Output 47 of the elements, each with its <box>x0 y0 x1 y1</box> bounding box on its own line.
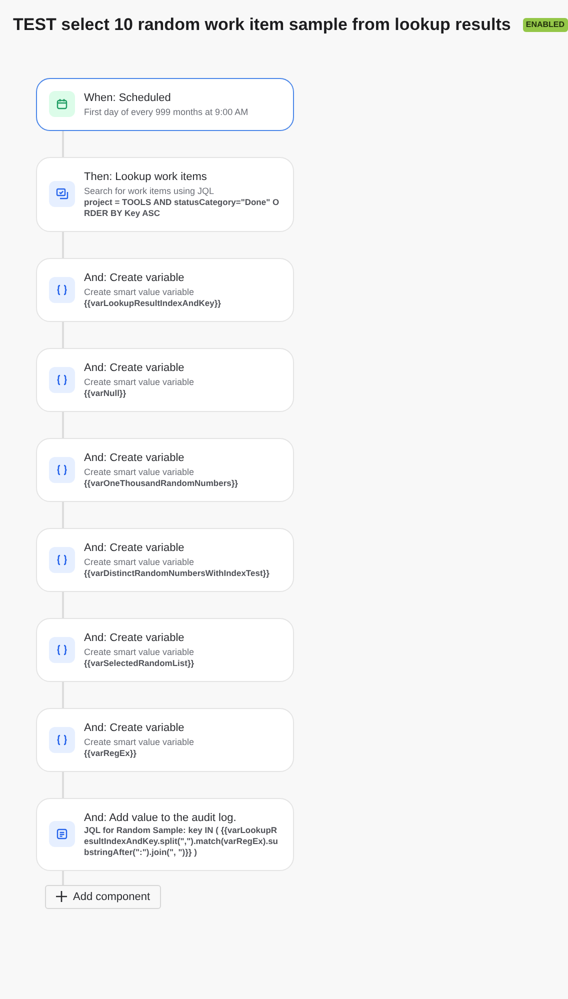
step-detail: {{varNull}} <box>84 388 128 398</box>
step-detail: {{varOneThousandRandomNumbers}} <box>84 478 239 488</box>
curly-braces-icon <box>56 734 68 746</box>
step-detail: JQL for Random Sample: key IN ( {{varLookupResultIndexAndKey.split(",").match(varRegEx).substringAfter(":").join(", ")}} ) <box>84 824 279 858</box>
rule-step-card[interactable]: And: Create variable Create smart value variable {{varNull}} <box>36 348 294 412</box>
rule-step-card[interactable]: Then: Lookup work items Search for work items using JQL project = TOOLS AND statusCategory="Done" ORDER BY Key ASC <box>36 156 294 232</box>
step-description: Create smart value variable <box>84 376 196 388</box>
step-description: First day of every 999 months at 9:00 AM <box>84 106 250 118</box>
rule-step-card[interactable]: And: Create variable Create smart value variable {{varSelectedRandomList}} <box>36 618 294 682</box>
calendar-icon <box>56 98 68 110</box>
curly-braces-icon <box>56 644 68 656</box>
step-title: And: Create variable <box>84 360 186 374</box>
step-title: When: Scheduled <box>84 90 172 104</box>
step-detail: {{varDistinctRandomNumbersWithIndexTest}} <box>84 568 270 578</box>
step-title: And: Create variable <box>84 540 186 554</box>
rule-step-card[interactable]: And: Create variable Create smart value variable {{varLookupResultIndexAndKey}} <box>36 258 294 322</box>
step-title: Then: Lookup work items <box>84 170 208 184</box>
step-description: Create smart value variable <box>84 466 196 478</box>
step-description: Create smart value variable <box>84 736 196 748</box>
curly-braces-icon <box>56 374 68 386</box>
step-title: And: Add value to the audit log. <box>84 810 238 824</box>
step-description: Create smart value variable <box>84 286 196 298</box>
add-component-button[interactable]: Add component <box>45 884 162 909</box>
document-icon <box>56 828 68 840</box>
step-description: Search for work items using JQL <box>84 184 216 196</box>
rule-step-card[interactable]: When: Scheduled First day of every 999 months at 9:00 AM <box>36 78 294 130</box>
step-title: And: Create variable <box>84 450 186 464</box>
step-detail: project = TOOLS AND statusCategory="Done" ORDER BY Key ASC <box>84 196 280 218</box>
step-description: Create smart value variable <box>84 556 196 568</box>
rule-step-card[interactable]: And: Create variable Create smart value variable {{varDistinctRandomNumbersWithIndexTest}} <box>36 528 294 592</box>
step-title: And: Create variable <box>84 270 186 284</box>
step-detail: {{varRegEx}} <box>84 748 138 758</box>
step-detail: {{varLookupResultIndexAndKey}} <box>84 298 222 308</box>
rule-step-card[interactable]: And: Create variable Create smart value variable {{varOneThousandRandomNumbers}} <box>36 438 294 502</box>
step-description: Create smart value variable <box>84 646 196 658</box>
curly-braces-icon <box>56 284 68 296</box>
rule-step-card[interactable]: And: Create variable Create smart value variable {{varRegEx}} <box>36 708 294 772</box>
rule-step-card[interactable]: And: Add value to the audit log. JQL for Random Sample: key IN ( {{varLookupResultIndexAndKey.split(",").match(varRegEx).substringAfter(":").join(", ")}} ) <box>36 798 294 870</box>
plus-icon <box>56 891 67 902</box>
curly-braces-icon <box>56 554 68 566</box>
stacked-cards-icon <box>56 188 68 200</box>
status-badge: ENABLED <box>522 18 568 32</box>
rule-title: TEST select 10 random work item sample from lookup results <box>13 14 511 36</box>
step-detail: {{varSelectedRandomList}} <box>84 658 196 668</box>
curly-braces-icon <box>56 464 68 476</box>
step-title: And: Create variable <box>84 720 186 734</box>
step-title: And: Create variable <box>84 630 186 644</box>
